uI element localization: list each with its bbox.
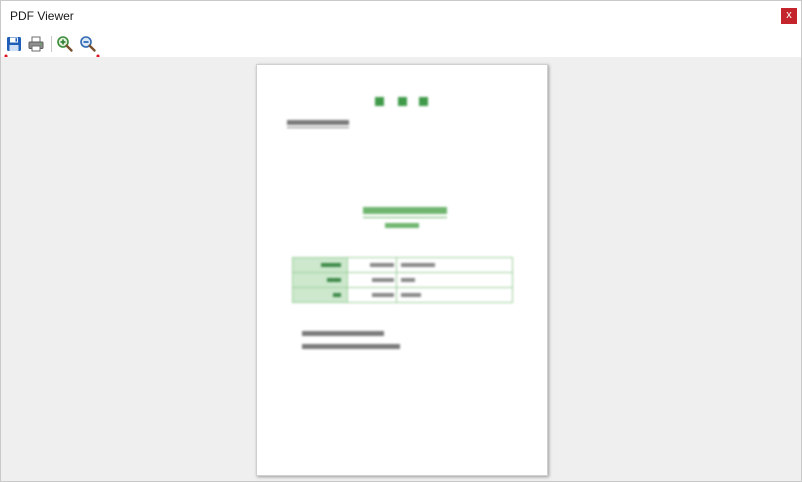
window-title: PDF Viewer [10,9,74,23]
header-underline [287,127,349,128]
subtitle-secondary [385,223,419,228]
title-bar: PDF Viewer x [1,1,801,31]
floppy-disk-icon [7,37,21,51]
table-row [292,257,513,273]
toolbar [1,31,801,57]
toolbar-separator [51,36,52,52]
table-row [292,287,513,303]
table-row [292,272,513,288]
save-button[interactable] [5,35,23,53]
zoom-in-button[interactable] [56,35,74,53]
print-button[interactable] [27,35,45,53]
pdf-page [256,64,548,476]
subtitle [363,207,447,214]
document-title [375,97,435,107]
printer-icon [28,36,44,52]
zoom-out-icon [80,36,96,52]
note-line [302,331,384,336]
info-table [292,257,513,303]
zoom-out-button[interactable] [79,35,97,53]
header-line [287,120,349,125]
subtitle-underline [363,217,447,218]
pdf-viewer-window: PDF Viewer x [0,0,802,482]
zoom-in-icon [57,36,73,52]
close-button[interactable]: x [781,8,797,24]
note-line [302,344,400,349]
